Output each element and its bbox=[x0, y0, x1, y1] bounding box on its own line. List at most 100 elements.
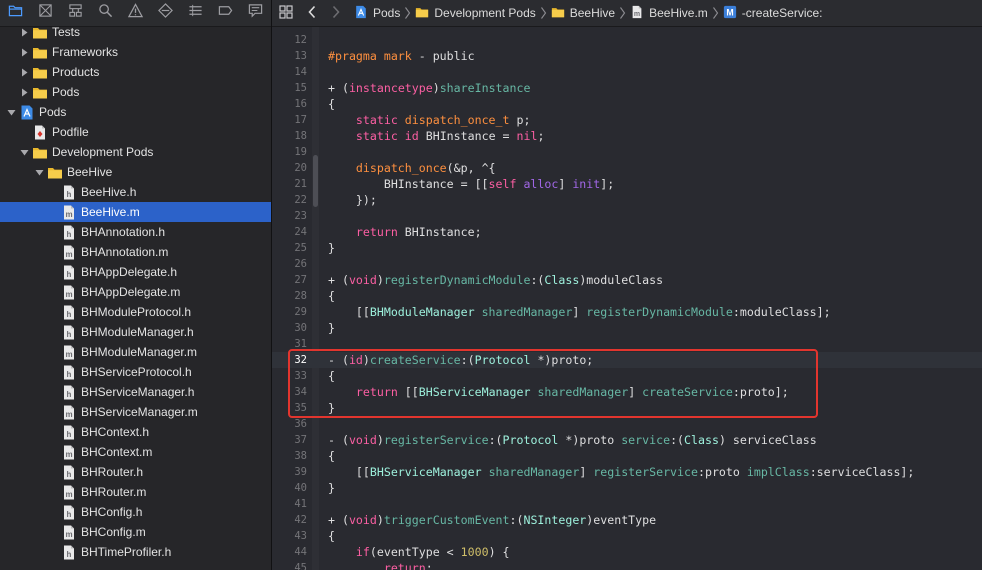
code-line[interactable]: 13 #pragma mark - public bbox=[272, 48, 982, 64]
code-line[interactable]: 12 bbox=[272, 32, 982, 48]
code-line[interactable]: 39 [[BHServiceManager sharedManager] reg… bbox=[272, 464, 982, 480]
code-line[interactable]: 18 static id BHInstance = nil; bbox=[272, 128, 982, 144]
code-line[interactable]: 16 { bbox=[272, 96, 982, 112]
warning-navigator-button[interactable] bbox=[120, 0, 150, 27]
tree-item[interactable]: h BHServiceManager.h bbox=[0, 382, 271, 402]
hierarchy-navigator-button[interactable] bbox=[60, 0, 90, 27]
code-line[interactable]: 36 bbox=[272, 416, 982, 432]
code-line[interactable]: 20 dispatch_once(&p, ^{ bbox=[272, 160, 982, 176]
svg-text:h: h bbox=[67, 430, 72, 439]
tree-item[interactable]: h BHTimeProfiler.h bbox=[0, 542, 271, 562]
code-line[interactable]: 44 if(eventType < 1000) { bbox=[272, 544, 982, 560]
disclosure-expanded-icon[interactable] bbox=[33, 166, 45, 178]
breadcrumb-label: -createService: bbox=[741, 6, 823, 20]
tree-item[interactable]: Development Pods bbox=[0, 142, 271, 162]
breadcrumb-item[interactable]: m BeeHive.m bbox=[630, 0, 708, 27]
code-line[interactable]: 24 return BHInstance; bbox=[272, 224, 982, 240]
code-area[interactable]: 12 13 #pragma mark - public 14 15 + (instance… bbox=[272, 27, 982, 570]
tree-item[interactable]: h BHContext.h bbox=[0, 422, 271, 442]
svg-text:m: m bbox=[65, 210, 72, 219]
tree-item[interactable]: h BeeHive.h bbox=[0, 182, 271, 202]
code-token: ) bbox=[376, 273, 384, 287]
tree-item[interactable]: m BHConfig.m bbox=[0, 522, 271, 542]
line-code: { bbox=[328, 448, 335, 464]
tree-item[interactable]: Products bbox=[0, 62, 271, 82]
breakpoint-navigator-button[interactable] bbox=[210, 0, 240, 27]
tree-item[interactable]: h BHAnnotation.h bbox=[0, 222, 271, 242]
code-line[interactable]: 37- (void)registerService:(Protocol *)pr… bbox=[272, 432, 982, 448]
code-token: )moduleClass bbox=[579, 273, 664, 287]
forward-button[interactable] bbox=[324, 0, 348, 27]
code-line[interactable]: 41 bbox=[272, 496, 982, 512]
code-line[interactable]: 45 return; bbox=[272, 560, 982, 570]
line-code: + (void)triggerCustomEvent:(NSInteger)ev… bbox=[328, 512, 656, 528]
tree-item[interactable]: Frameworks bbox=[0, 42, 271, 62]
code-line[interactable]: 38 { bbox=[272, 448, 982, 464]
tree-item[interactable]: m BHAnnotation.m bbox=[0, 242, 271, 262]
search-navigator-button[interactable] bbox=[90, 0, 120, 27]
code-line[interactable]: 29 [[BHModuleManager sharedManager] regi… bbox=[272, 304, 982, 320]
back-button[interactable] bbox=[300, 0, 324, 27]
tree-item[interactable]: BeeHive bbox=[0, 162, 271, 182]
tree-item[interactable]: Pods bbox=[0, 102, 271, 122]
disclosure-collapsed-icon[interactable] bbox=[18, 66, 30, 78]
code-line[interactable]: 40} bbox=[272, 480, 982, 496]
tree-item[interactable]: h BHServiceProtocol.h bbox=[0, 362, 271, 382]
tree-item[interactable]: m BHContext.m bbox=[0, 442, 271, 462]
chevron-right-icon bbox=[331, 5, 341, 22]
breadcrumb-item[interactable]: M -createService: bbox=[723, 0, 823, 27]
breadcrumb-item[interactable]: Pods bbox=[354, 0, 400, 27]
code-line[interactable]: 27 + (void)registerDynamicModule:(Class)m… bbox=[272, 272, 982, 288]
code-line[interactable]: 26 bbox=[272, 256, 982, 272]
tree-item[interactable]: Pods bbox=[0, 82, 271, 102]
tree-item[interactable]: h BHAppDelegate.h bbox=[0, 262, 271, 282]
breadcrumb-item[interactable]: BeeHive bbox=[551, 0, 615, 27]
tree-item[interactable]: h BHModuleManager.h bbox=[0, 322, 271, 342]
tree-item[interactable]: m BHModuleManager.m bbox=[0, 342, 271, 362]
tree-item[interactable]: m BHServiceManager.m bbox=[0, 402, 271, 422]
folder-navigator-button[interactable] bbox=[0, 0, 30, 27]
report-navigator-button[interactable] bbox=[240, 0, 270, 27]
code-line[interactable]: 30} bbox=[272, 320, 982, 336]
related-items-button[interactable] bbox=[272, 0, 300, 27]
h-file-icon: h bbox=[61, 365, 77, 380]
tree-item[interactable]: Podfile bbox=[0, 122, 271, 142]
code-token: ] bbox=[572, 305, 587, 319]
tree-item[interactable]: m BHAppDelegate.m bbox=[0, 282, 271, 302]
disclosure-collapsed-icon[interactable] bbox=[18, 26, 30, 38]
warning-icon bbox=[127, 3, 143, 23]
code-line[interactable]: 15 + (instancetype)shareInstance bbox=[272, 80, 982, 96]
code-token: ; bbox=[425, 561, 433, 570]
code-line[interactable]: 21 BHInstance = [[self alloc] init]; bbox=[272, 176, 982, 192]
breadcrumb-separator-icon bbox=[712, 6, 719, 20]
source-control-navigator-button[interactable] bbox=[30, 0, 60, 27]
tree-item[interactable]: h BHConfig.h bbox=[0, 502, 271, 522]
disclosure-collapsed-icon[interactable] bbox=[18, 46, 30, 58]
code-line[interactable]: 42 + (void)triggerCustomEvent:(NSInteger)… bbox=[272, 512, 982, 528]
code-line[interactable]: 43 { bbox=[272, 528, 982, 544]
code-line[interactable]: 22 }); bbox=[272, 192, 982, 208]
code-line[interactable]: 25} bbox=[272, 240, 982, 256]
folder-icon bbox=[32, 85, 48, 100]
svg-text:m: m bbox=[65, 490, 72, 499]
code-line[interactable]: 23 bbox=[272, 208, 982, 224]
line-number: 38 bbox=[294, 450, 307, 462]
disclosure-expanded-icon[interactable] bbox=[5, 106, 17, 118]
breadcrumb-item[interactable]: Development Pods bbox=[415, 0, 536, 27]
tree-item[interactable]: h BHModuleProtocol.h bbox=[0, 302, 271, 322]
code-line[interactable]: 17 static dispatch_once_t p; bbox=[272, 112, 982, 128]
disclosure-collapsed-icon[interactable] bbox=[18, 86, 30, 98]
line-code: { bbox=[328, 528, 335, 544]
disclosure-expanded-icon[interactable] bbox=[18, 146, 30, 158]
tree-item-label: BHConfig.m bbox=[81, 525, 146, 539]
debug-navigator-button[interactable] bbox=[180, 0, 210, 27]
tree-item[interactable]: m BeeHive.m bbox=[0, 202, 271, 222]
code-line[interactable]: 28 { bbox=[272, 288, 982, 304]
tree-item[interactable]: h BHRouter.h bbox=[0, 462, 271, 482]
source-control-icon bbox=[38, 3, 53, 23]
code-line[interactable]: 14 bbox=[272, 64, 982, 80]
test-navigator-button[interactable] bbox=[150, 0, 180, 27]
m-file-icon: m bbox=[61, 405, 77, 420]
tree-item[interactable]: m BHRouter.m bbox=[0, 482, 271, 502]
code-line[interactable]: 19 bbox=[272, 144, 982, 160]
